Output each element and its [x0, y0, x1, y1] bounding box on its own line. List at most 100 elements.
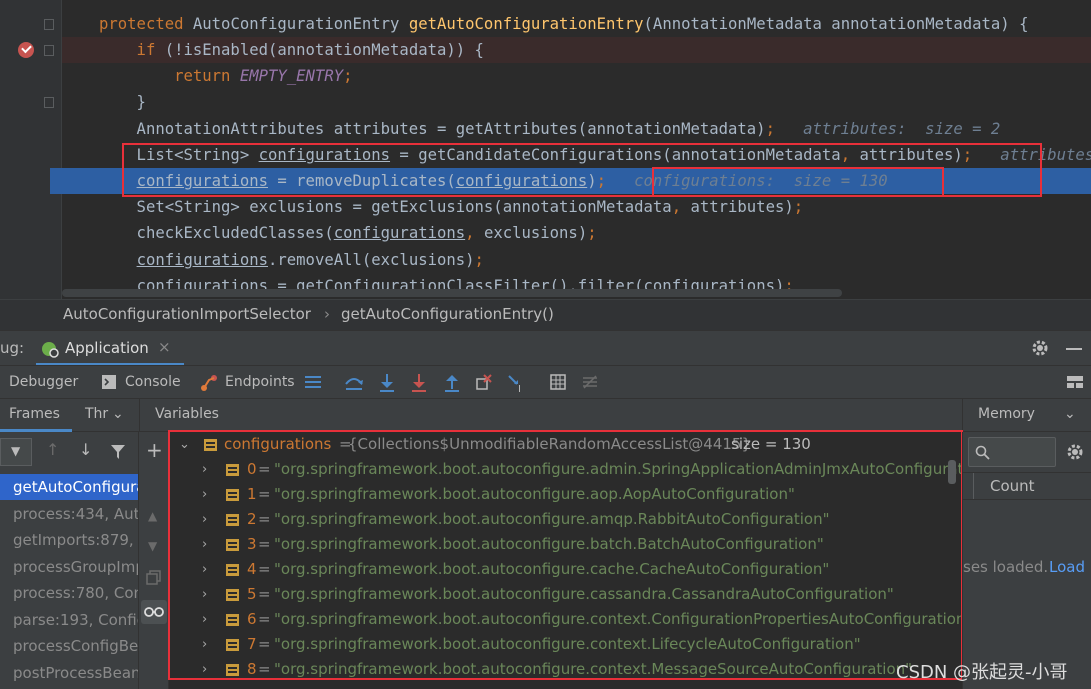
- layout-settings-icon[interactable]: [1066, 374, 1084, 390]
- add-watch-icon[interactable]: +: [146, 440, 163, 460]
- fold-marker-icon[interactable]: [44, 45, 54, 56]
- chevron-down-icon[interactable]: ⌄: [112, 407, 124, 421]
- code-token: AutoConfigurationEntry: [192, 15, 409, 33]
- code-token: ;: [343, 67, 353, 85]
- code-token: checkExcludedClasses(: [99, 224, 334, 242]
- highlight-box-inline-value: [652, 167, 944, 197]
- code-line[interactable]: return EMPTY_ENTRY;: [62, 63, 1091, 89]
- code-line[interactable]: protected AutoConfigurationEntry getAuto…: [62, 11, 1091, 37]
- frame-item[interactable]: process:434, AutoConfigurationImportSele…: [0, 501, 138, 527]
- code-token: ;: [765, 120, 775, 138]
- step-out-icon[interactable]: [443, 373, 461, 393]
- search-icon: [975, 445, 990, 460]
- move-down-icon[interactable]: ▼: [148, 540, 157, 552]
- svg-text:I: I: [518, 384, 521, 393]
- gear-icon[interactable]: [1031, 339, 1049, 357]
- debug-title: ug:: [0, 339, 25, 357]
- duplicate-icon[interactable]: [146, 570, 162, 586]
- frame-item[interactable]: parse:193, ConfigurationClassParser: [0, 607, 138, 633]
- frames-panel: ▼ ↑ ↓ getAutoConfigurationEntryprocess:4…: [0, 432, 139, 689]
- breakpoint-icon[interactable]: [18, 42, 34, 58]
- code-token: .removeAll(exclusions): [268, 251, 475, 269]
- tab-endpoints[interactable]: Endpoints: [225, 374, 295, 390]
- frame-item[interactable]: getAutoConfigurationEntry: [0, 474, 138, 500]
- tab-memory[interactable]: Memory: [978, 406, 1035, 422]
- code-token: ,: [465, 224, 484, 242]
- close-icon[interactable]: ×: [158, 338, 171, 356]
- drop-frame-icon[interactable]: [475, 373, 493, 393]
- breadcrumb-class[interactable]: AutoConfigurationImportSelector: [63, 305, 311, 323]
- endpoints-icon: [201, 375, 217, 391]
- dropdown-arrow-icon: ▼: [11, 444, 21, 458]
- force-step-into-icon[interactable]: [410, 373, 428, 393]
- panels-header: Frames Thr ⌄ Variables Memory ⌄: [0, 399, 1091, 432]
- arrow-down-icon[interactable]: ↓: [79, 442, 92, 458]
- frame-item[interactable]: processConfigBeanDefinitions: [0, 633, 138, 659]
- debug-toolbar: Debugger Console Endpoints I: [0, 365, 1091, 399]
- code-token: if: [99, 41, 165, 59]
- classes-loaded-text: ses loaded.: [963, 558, 1049, 576]
- code-token: (AnnotationMetadata annotationMetadata) …: [643, 15, 1029, 33]
- frame-item[interactable]: getImports:879, ConfigurationClassParser: [0, 527, 138, 553]
- memory-panel: Count ses loaded. Load: [962, 432, 1091, 689]
- tab-frames[interactable]: Frames: [9, 406, 60, 422]
- code-token: configurations: [333, 224, 466, 242]
- frame-item[interactable]: postProcessBeanDefinitionRegistry: [0, 660, 138, 686]
- thread-selector[interactable]: ▼: [0, 438, 32, 466]
- code-line[interactable]: if (!isEnabled(annotationMetadata)) {: [62, 37, 1091, 63]
- code-token: AnnotationAttributes attributes = getAtt…: [99, 120, 766, 138]
- tab-console[interactable]: Console: [125, 374, 181, 390]
- tab-debugger[interactable]: Debugger: [9, 374, 78, 390]
- move-up-icon[interactable]: ▲: [148, 510, 157, 522]
- arrow-up-icon[interactable]: ↑: [46, 442, 59, 458]
- glasses-icon: [144, 607, 164, 617]
- panel-divider: [962, 399, 963, 432]
- column-divider: [973, 473, 974, 499]
- debug-tool-header: ug: Application ×: [0, 330, 1091, 366]
- code-token: EMPTY_ENTRY: [239, 67, 344, 85]
- fold-marker-icon[interactable]: [44, 97, 54, 108]
- filter-icon[interactable]: [110, 444, 126, 460]
- code-token: ,: [671, 198, 691, 216]
- step-into-icon[interactable]: [378, 373, 396, 393]
- trace-current-stream-icon[interactable]: [582, 374, 598, 390]
- code-token: exclusions): [483, 224, 588, 242]
- code-line[interactable]: }: [62, 89, 1091, 115]
- fold-marker-icon[interactable]: [44, 19, 54, 30]
- count-column-header[interactable]: Count: [990, 477, 1035, 495]
- spring-boot-icon: [42, 342, 59, 358]
- code-line[interactable]: checkExcludedClasses(configurations, exc…: [62, 220, 1091, 246]
- code-token: ;: [793, 198, 804, 216]
- step-over-icon[interactable]: [344, 374, 364, 392]
- code-token: ;: [587, 224, 597, 242]
- threads-view-icon[interactable]: [304, 374, 322, 390]
- code-token: getAutoConfigurationEntry: [408, 15, 644, 33]
- load-link[interactable]: Load: [1049, 558, 1085, 576]
- run-to-cursor-icon[interactable]: I: [507, 373, 527, 393]
- code-line[interactable]: Set<String> exclusions = getExclusions(a…: [62, 194, 1091, 220]
- show-watches-toggle[interactable]: [141, 600, 167, 624]
- code-token: configurations: [136, 251, 268, 269]
- session-tab-label: Application: [65, 339, 149, 357]
- code-token: return: [99, 67, 240, 85]
- breadcrumb-separator: ›: [324, 305, 330, 323]
- minimize-icon[interactable]: [1066, 348, 1082, 350]
- breadcrumb-method[interactable]: getAutoConfigurationEntry(): [341, 305, 554, 323]
- variables-scrollbar[interactable]: [948, 460, 956, 484]
- evaluate-expression-icon[interactable]: [550, 374, 566, 390]
- memory-table-header: Count: [963, 472, 1091, 500]
- chevron-down-icon[interactable]: ⌄: [1064, 407, 1076, 421]
- code-line[interactable]: AnnotationAttributes attributes = getAtt…: [62, 116, 1091, 142]
- highlight-box-variables: [168, 430, 963, 680]
- frame-item[interactable]: process:780, ConfigurationClassParser: [0, 580, 138, 606]
- breadcrumb: AutoConfigurationImportSelector › getAut…: [0, 299, 1091, 330]
- gear-icon[interactable]: [1066, 443, 1084, 461]
- frame-item[interactable]: processGroupImports: [0, 554, 138, 580]
- session-tab-application[interactable]: Application ×: [36, 331, 184, 366]
- code-editor[interactable]: protected AutoConfigurationEntry getAuto…: [0, 0, 1091, 299]
- editor-horizontal-scrollbar[interactable]: [62, 289, 842, 297]
- code-line[interactable]: configurations.removeAll(exclusions);: [62, 247, 1091, 273]
- memory-search-input[interactable]: [968, 437, 1056, 467]
- tab-threads[interactable]: Thr: [85, 406, 108, 422]
